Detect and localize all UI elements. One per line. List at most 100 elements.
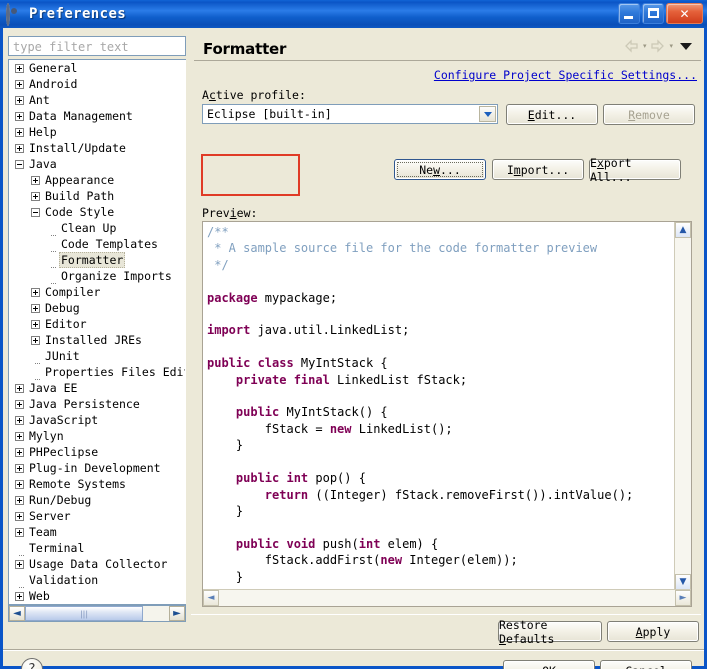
expand-icon[interactable]: [31, 319, 40, 329]
expand-icon[interactable]: [15, 511, 24, 521]
active-profile-combo[interactable]: Eclipse [built-in]: [202, 104, 498, 124]
expand-icon[interactable]: [15, 143, 24, 153]
expand-icon[interactable]: [31, 335, 40, 345]
expand-icon[interactable]: [15, 127, 24, 137]
expand-icon[interactable]: [15, 527, 24, 537]
filter-input[interactable]: type filter text: [8, 36, 186, 56]
sidebar-item-validation[interactable]: Validation: [9, 572, 185, 588]
expand-icon[interactable]: [15, 559, 24, 569]
sidebar-item-formatter[interactable]: Formatter: [9, 252, 185, 268]
close-button[interactable]: ✕: [666, 3, 703, 24]
sidebar-item-debug[interactable]: Debug: [9, 300, 185, 316]
sidebar-item-install-update[interactable]: Install/Update: [9, 140, 185, 156]
sidebar-item-junit[interactable]: JUnit: [9, 348, 185, 364]
sidebar-item-label: Editor: [45, 317, 87, 331]
collapse-icon[interactable]: [15, 159, 24, 169]
view-menu-icon[interactable]: [680, 42, 692, 50]
expand-icon[interactable]: [15, 463, 24, 473]
export-all-button-label: Export All...: [590, 155, 632, 184]
sidebar-item-clean-up[interactable]: Clean Up: [9, 220, 185, 236]
sidebar-item-compiler[interactable]: Compiler: [9, 284, 185, 300]
sidebar-item-general[interactable]: General: [9, 60, 185, 76]
cancel-button[interactable]: Cancel: [600, 660, 692, 669]
forward-arrow-icon[interactable]: [649, 38, 666, 54]
sidebar-item-code-style[interactable]: Code Style: [9, 204, 185, 220]
preferences-tree[interactable]: General Android Ant Data Management Help Inst…: [8, 59, 186, 605]
tree-scroll-left-button[interactable]: ◄: [9, 606, 25, 621]
expand-icon[interactable]: [15, 79, 24, 89]
sidebar-item-properties-files-edit[interactable]: Properties Files Edit: [9, 364, 185, 380]
sidebar-item-plug-in-development[interactable]: Plug-in Development: [9, 460, 185, 476]
expand-icon[interactable]: [15, 399, 24, 409]
sidebar-item-build-path[interactable]: Build Path: [9, 188, 185, 204]
sidebar-item-help[interactable]: Help: [9, 124, 185, 140]
expand-icon[interactable]: [15, 383, 24, 393]
preview-vertical-scrollbar[interactable]: ▲ ▼: [674, 222, 691, 590]
maximize-button[interactable]: [642, 3, 664, 24]
back-arrow-icon[interactable]: [623, 38, 640, 54]
sidebar-item-android[interactable]: Android: [9, 76, 185, 92]
sidebar-item-java-persistence[interactable]: Java Persistence: [9, 396, 185, 412]
preview-horizontal-track[interactable]: [219, 590, 675, 606]
sidebar-item-appearance[interactable]: Appearance: [9, 172, 185, 188]
sidebar-item-web[interactable]: Web: [9, 588, 185, 604]
sidebar-item-server[interactable]: Server: [9, 508, 185, 524]
forward-dropdown-icon[interactable]: ▾: [669, 42, 673, 50]
expand-icon[interactable]: [31, 303, 40, 313]
new-button[interactable]: New...: [394, 159, 486, 180]
help-icon[interactable]: ?: [21, 658, 43, 669]
import-button[interactable]: Import...: [492, 159, 584, 180]
preview-scroll-right-button[interactable]: ►: [675, 590, 691, 606]
sidebar-item-mylyn[interactable]: Mylyn: [9, 428, 185, 444]
preview-scroll-left-button[interactable]: ◄: [203, 590, 219, 606]
tree-scroll-right-button[interactable]: ►: [169, 606, 185, 621]
preview-scroll-up-button[interactable]: ▲: [675, 222, 691, 238]
sidebar-item-code-templates[interactable]: Code Templates: [9, 236, 185, 252]
sidebar-item-installed-jres[interactable]: Installed JREs: [9, 332, 185, 348]
sidebar-item-remote-systems[interactable]: Remote Systems: [9, 476, 185, 492]
ok-button[interactable]: OK: [503, 660, 595, 669]
expand-icon[interactable]: [15, 63, 24, 73]
sidebar-item-usage-data-collector[interactable]: Usage Data Collector: [9, 556, 185, 572]
sidebar-item-java-ee[interactable]: Java EE: [9, 380, 185, 396]
edit-button[interactable]: Edit...: [506, 104, 598, 125]
expand-icon[interactable]: [31, 191, 40, 201]
expand-icon[interactable]: [15, 495, 24, 505]
expand-icon[interactable]: [15, 415, 24, 425]
sidebar-item-terminal[interactable]: Terminal: [9, 540, 185, 556]
preview-horizontal-scrollbar[interactable]: ◄ ►: [203, 589, 691, 606]
tree-scroll-area[interactable]: General Android Ant Data Management Help Inst…: [9, 60, 185, 604]
sidebar-item-run-debug[interactable]: Run/Debug: [9, 492, 185, 508]
sidebar-item-javascript[interactable]: JavaScript: [9, 412, 185, 428]
sidebar-item-ant[interactable]: Ant: [9, 92, 185, 108]
export-all-button[interactable]: Export All...: [589, 156, 681, 184]
chevron-down-icon[interactable]: [479, 106, 496, 122]
tree-scroll-track[interactable]: [25, 606, 169, 621]
expand-icon[interactable]: [31, 287, 40, 297]
expand-icon[interactable]: [15, 95, 24, 105]
sidebar-item-phpeclipse[interactable]: PHPeclipse: [9, 444, 185, 460]
back-dropdown-icon[interactable]: ▾: [643, 42, 647, 50]
preview-vertical-track[interactable]: [675, 238, 691, 574]
sidebar-item-team[interactable]: Team: [9, 524, 185, 540]
apply-button[interactable]: Apply: [607, 621, 699, 642]
expand-icon[interactable]: [15, 479, 24, 489]
sidebar-item-organize-imports[interactable]: Organize Imports: [9, 268, 185, 284]
minimize-button[interactable]: [618, 3, 640, 24]
expand-icon[interactable]: [15, 431, 24, 441]
sidebar-item-data-management[interactable]: Data Management: [9, 108, 185, 124]
expand-icon[interactable]: [15, 591, 24, 601]
tree-horizontal-scrollbar[interactable]: ◄ ►: [8, 605, 186, 622]
expand-icon[interactable]: [15, 111, 24, 121]
configure-project-settings-link[interactable]: Configure Project Specific Settings...: [434, 68, 697, 82]
sidebar-item-java[interactable]: Java: [9, 156, 185, 172]
restore-defaults-button[interactable]: Restore Defaults: [498, 618, 602, 646]
preview-scroll-down-button[interactable]: ▼: [675, 574, 691, 590]
collapse-icon[interactable]: [31, 207, 40, 217]
expand-icon[interactable]: [15, 447, 24, 457]
expand-icon[interactable]: [31, 175, 40, 185]
sidebar-item-editor[interactable]: Editor: [9, 316, 185, 332]
preview-pane[interactable]: /** * A sample source file for the code …: [202, 221, 692, 607]
tree-scroll-thumb[interactable]: [25, 606, 143, 621]
